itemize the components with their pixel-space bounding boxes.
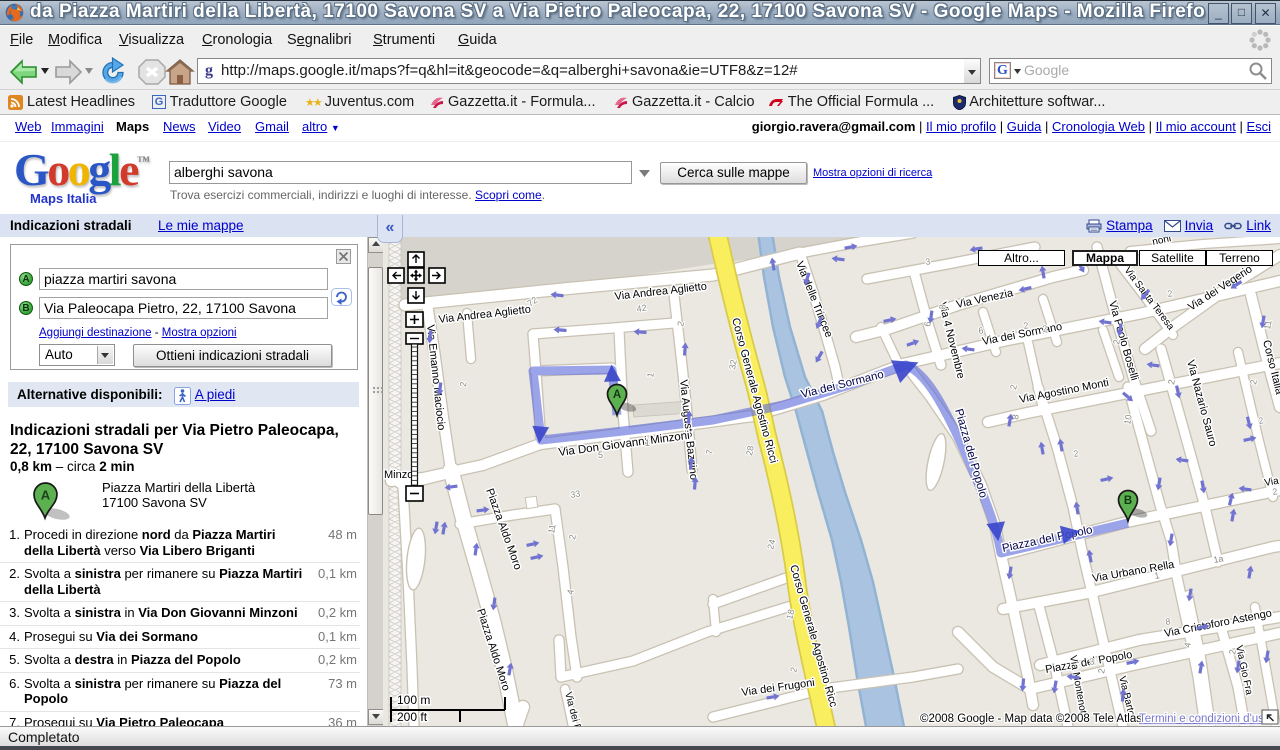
svg-text:10: 10	[1122, 414, 1134, 426]
svg-text:11: 11	[546, 523, 557, 534]
svg-text:200 ft: 200 ft	[397, 710, 428, 724]
svg-text:B: B	[1124, 495, 1132, 507]
svg-text:A: A	[41, 488, 51, 503]
svg-text:Termini e condizioni d'uso: Termini e condizioni d'uso	[1139, 713, 1270, 725]
svg-text:33: 33	[570, 488, 582, 500]
svg-text:A: A	[613, 389, 621, 401]
svg-text:28: 28	[744, 445, 756, 457]
svg-text:©2008 Google - Map data ©2008: ©2008 Google - Map data ©2008 Tele Atlas	[920, 713, 1142, 725]
svg-text:42: 42	[636, 303, 647, 314]
svg-text:5: 5	[598, 450, 603, 460]
svg-text:1: 1	[645, 438, 650, 448]
svg-text:2: 2	[458, 381, 468, 387]
svg-text:Minzo: Minzo	[384, 469, 413, 481]
svg-text:1a: 1a	[1213, 553, 1225, 565]
svg-text:100 m: 100 m	[397, 693, 430, 707]
svg-text:32: 32	[727, 359, 739, 371]
